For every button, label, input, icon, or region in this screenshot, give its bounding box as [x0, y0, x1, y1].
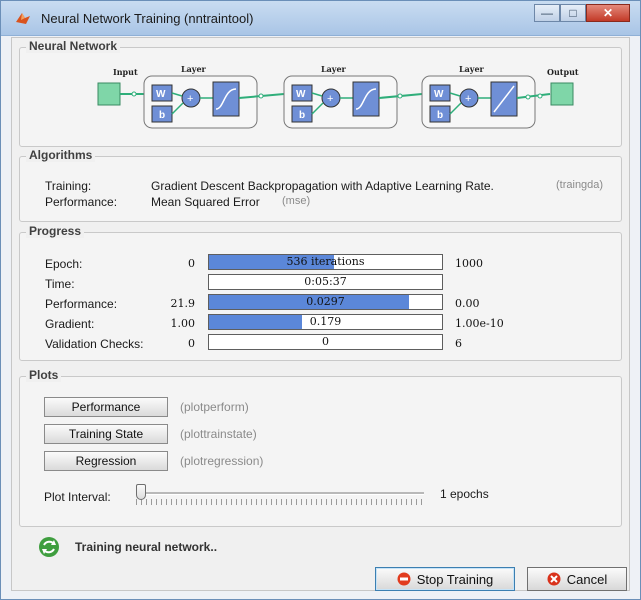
layer-3-sum-symbol: +: [465, 93, 471, 105]
performance-value: Mean Squared Error: [151, 195, 260, 209]
gradient-min: 1.00: [170, 317, 196, 330]
performance-label: Performance:: [45, 195, 118, 209]
stop-training-button[interactable]: Stop Training: [375, 567, 515, 591]
slider-ticks: [136, 499, 424, 505]
slider-thumb[interactable]: [136, 484, 146, 500]
status-text: Training neural network..: [75, 540, 218, 554]
plot-performance-hint: (plotperform): [180, 400, 249, 414]
layer-3-title: Layer: [459, 64, 485, 74]
validation-min: 0: [188, 337, 195, 350]
window-title: Neural Network Training (nntraintool): [41, 11, 254, 26]
performance-max: 0.00: [455, 297, 480, 310]
validation-progress-bar: 0: [208, 334, 443, 350]
wire-dot: [131, 91, 137, 97]
plots-group-title: Plots: [26, 368, 62, 382]
algorithms-group-title: Algorithms: [26, 148, 96, 162]
plot-interval-value: 1 epochs: [440, 487, 489, 501]
input-label: Input: [113, 67, 138, 77]
nntraintool-window: Neural Network Training (nntraintool) — …: [0, 0, 641, 600]
time-current: 0:05:37: [304, 275, 347, 288]
validation-checks-label: Validation Checks:: [45, 337, 144, 351]
input-block: [97, 82, 121, 106]
matlab-icon: [16, 13, 30, 24]
performance-progress-label: Performance:: [45, 297, 118, 311]
gradient-label: Gradient:: [45, 317, 95, 331]
plot-regression-hint: (plotregression): [180, 454, 264, 468]
stop-training-label: Stop Training: [416, 571, 494, 587]
validation-max: 6: [455, 337, 462, 350]
epoch-progress-bar: 536 iterations: [208, 254, 443, 270]
output-block: [550, 82, 574, 106]
progress-group-title: Progress: [26, 224, 85, 238]
training-label: Training:: [45, 179, 92, 193]
cancel-label: Cancel: [566, 571, 608, 587]
cancel-button[interactable]: Cancel: [527, 567, 627, 591]
plot-training-state-hint: (plottrainstate): [180, 427, 257, 441]
network-diagram: Input Layer W b + Layer W b + Layer W b …: [97, 64, 579, 129]
algorithms-group: Algorithms Training: Gradient Descent Ba…: [19, 148, 622, 222]
epoch-min: 0: [188, 257, 195, 270]
maximize-icon: □: [569, 6, 577, 20]
gradient-max: 1.00e-10: [455, 317, 504, 330]
minimize-button[interactable]: —: [534, 4, 560, 22]
plots-group: Plots Performance (plotperform) Training…: [19, 368, 622, 527]
validation-current: 0: [322, 335, 329, 348]
recycle-icon: [39, 537, 59, 557]
neural-network-group-title: Neural Network: [26, 39, 121, 53]
layer-2-weight-label: W: [296, 89, 306, 100]
layer-2-bias-label: b: [299, 110, 305, 121]
layer-1-transfer: [212, 81, 240, 117]
performance-current: 0.0297: [306, 295, 345, 308]
training-value: Gradient Descent Backpropagation with Ad…: [151, 179, 494, 193]
stop-icon: [397, 572, 411, 586]
title-bar[interactable]: Neural Network Training (nntraintool) — …: [1, 1, 640, 36]
minimize-icon: —: [541, 6, 553, 20]
gradient-current: 0.179: [309, 315, 342, 328]
plot-performance-button[interactable]: Performance: [44, 397, 168, 417]
plot-training-state-button[interactable]: Training State: [44, 424, 168, 444]
performance-min: 21.9: [170, 297, 196, 310]
time-progress-bar: 0:05:37: [208, 274, 443, 290]
maximize-button[interactable]: □: [560, 4, 586, 22]
cancel-icon: [547, 572, 561, 586]
layer-2-title: Layer: [321, 64, 347, 74]
neural-network-group: Neural Network Input Layer W b + Layer W…: [19, 39, 622, 147]
epoch-current: 536 iterations: [286, 255, 365, 268]
performance-hint: (mse): [282, 195, 311, 207]
layer-1-weight-label: W: [156, 89, 166, 100]
epoch-label: Epoch:: [45, 257, 83, 271]
layer-1-title: Layer: [181, 64, 207, 74]
gradient-progress-bar: 0.179: [208, 314, 443, 330]
time-label: Time:: [45, 277, 75, 291]
epoch-max: 1000: [455, 257, 483, 270]
plot-regression-button[interactable]: Regression: [44, 451, 168, 471]
plot-interval-label: Plot Interval:: [44, 490, 111, 504]
output-label: Output: [547, 67, 579, 77]
slider-track[interactable]: [136, 492, 424, 495]
training-hint: (traingda): [556, 179, 604, 191]
layer-2-sum-symbol: +: [327, 93, 333, 105]
layer-2-transfer: [352, 81, 380, 117]
performance-progress-bar: 0.0297: [208, 294, 443, 310]
layer-3-bias-label: b: [437, 110, 443, 121]
close-button[interactable]: ✕: [586, 4, 630, 22]
layer-3-weight-label: W: [434, 89, 444, 100]
close-icon: ✕: [602, 6, 614, 20]
layer-1-sum-symbol: +: [187, 93, 193, 105]
progress-group: Progress Epoch: 0 536 iterations 1000 Ti…: [19, 224, 622, 361]
layer-1-bias-label: b: [159, 110, 165, 121]
